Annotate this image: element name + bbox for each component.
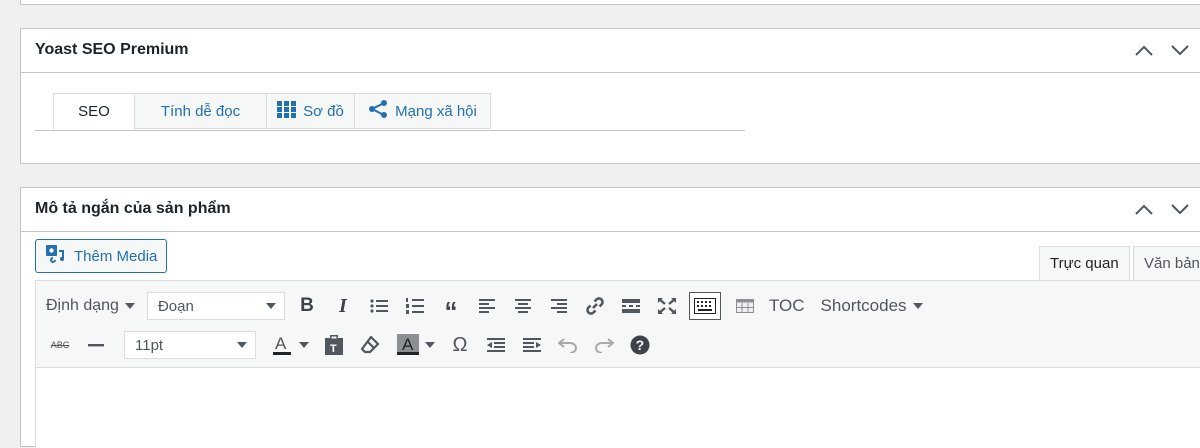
align-center-icon[interactable] <box>509 292 537 320</box>
tab-social-label: Mạng xã hội <box>395 102 477 120</box>
add-media-button[interactable]: Thêm Media <box>35 239 167 273</box>
shortcodes-label: Shortcodes <box>820 296 907 315</box>
font-size-select[interactable]: 11pt <box>124 331 256 359</box>
move-up-icon[interactable] <box>1133 41 1155 59</box>
bulleted-list-icon[interactable] <box>365 292 393 320</box>
tab-schema[interactable]: Sơ đồ <box>266 93 355 129</box>
chevron-down-icon <box>265 303 276 309</box>
add-media-label: Thêm Media <box>74 247 158 265</box>
chevron-down-icon <box>299 342 309 348</box>
yoast-seo-metabox: Yoast SEO Premium SEO Tính dễ đọc Sơ đồ <box>20 28 1200 164</box>
block-format-value: Đoạn <box>157 297 194 315</box>
background-color-button[interactable]: A <box>394 331 422 359</box>
tab-seo-label: SEO <box>78 103 110 120</box>
undo-icon[interactable] <box>554 331 582 359</box>
redo-icon[interactable] <box>590 331 618 359</box>
block-format-select[interactable]: Đoạn <box>146 292 285 320</box>
short-description-title: Mô tả ngắn của sản phẩm <box>35 200 231 217</box>
tab-text[interactable]: Văn bản <box>1133 246 1200 280</box>
tab-visual[interactable]: Trực quan <box>1039 246 1130 280</box>
background-color-dropdown[interactable] <box>422 331 438 359</box>
special-character-icon[interactable]: Ω <box>446 331 474 359</box>
format-menu-label: Định dạng <box>46 297 119 314</box>
collapse-icon[interactable] <box>1169 200 1191 218</box>
toc-button[interactable]: TOC <box>769 292 805 320</box>
yoast-metabox-title: Yoast SEO Premium <box>35 41 189 58</box>
numbered-list-icon[interactable] <box>401 292 429 320</box>
italic-button[interactable]: I <box>329 292 357 320</box>
yoast-metabox-header: Yoast SEO Premium <box>21 29 1200 73</box>
short-description-metabox: Mô tả ngắn của sản phẩm Thêm Media Trực … <box>20 187 1200 448</box>
link-icon[interactable] <box>581 292 609 320</box>
chevron-down-icon <box>425 342 435 348</box>
collapse-icon[interactable] <box>1169 41 1191 59</box>
tab-seo[interactable]: SEO <box>53 93 135 130</box>
tab-schema-label: Sơ đồ <box>303 102 344 120</box>
short-description-handles <box>1133 200 1191 218</box>
chevron-down-icon <box>237 342 247 348</box>
media-icon <box>46 245 66 267</box>
blockquote-icon[interactable]: “ <box>437 292 465 324</box>
strikethrough-icon[interactable]: ABC <box>46 331 74 359</box>
previous-metabox <box>20 0 1200 5</box>
chevron-down-icon <box>912 303 923 309</box>
format-menu-dropdown[interactable]: Định dạng <box>36 297 141 315</box>
move-up-icon[interactable] <box>1133 200 1155 218</box>
tab-readability[interactable]: Tính dễ đọc <box>134 93 267 129</box>
shortcodes-dropdown[interactable]: Shortcodes <box>811 296 929 316</box>
share-icon <box>368 100 388 122</box>
short-description-header: Mô tả ngắn của sản phẩm <box>21 188 1200 232</box>
toolbar-toggle-button[interactable] <box>688 292 721 320</box>
yoast-tab-bar: SEO Tính dễ đọc Sơ đồ Mạng xã hội <box>35 93 745 131</box>
tab-readability-label: Tính dễ đọc <box>160 102 241 120</box>
paste-text-icon[interactable]: T <box>320 331 348 359</box>
text-color-button[interactable]: A <box>268 331 296 359</box>
align-left-icon[interactable] <box>473 292 501 320</box>
clear-formatting-icon[interactable] <box>356 331 384 359</box>
fullscreen-icon[interactable] <box>653 292 681 320</box>
read-more-icon[interactable] <box>617 292 645 320</box>
svg-text:A: A <box>402 335 414 354</box>
yoast-metabox-handles <box>1133 41 1191 59</box>
chevron-down-icon <box>124 303 135 309</box>
tab-social[interactable]: Mạng xã hội <box>354 93 491 129</box>
help-icon[interactable]: ? <box>626 331 654 359</box>
toolbar-row-2: ABC 11pt A T A Ω ? <box>36 327 1200 363</box>
indent-icon[interactable] <box>518 331 546 359</box>
text-color-dropdown[interactable] <box>296 331 312 359</box>
bold-button[interactable]: B <box>293 292 321 320</box>
svg-text:?: ? <box>636 337 645 353</box>
editor-content-area[interactable] <box>35 368 1200 448</box>
font-size-value: 11pt <box>135 336 164 354</box>
insert-table-icon[interactable] <box>731 292 759 320</box>
align-right-icon[interactable] <box>545 292 573 320</box>
editor-toolbar: Định dạng Đoạn B I “ TOC Shortcodes ABC … <box>35 280 1200 368</box>
svg-text:A: A <box>275 334 287 353</box>
toolbar-row-1: Định dạng Đoạn B I “ TOC Shortcodes <box>36 288 1200 324</box>
horizontal-line-icon[interactable] <box>82 331 110 359</box>
outdent-icon[interactable] <box>482 331 510 359</box>
svg-text:T: T <box>330 343 337 355</box>
grid-icon <box>277 100 297 122</box>
